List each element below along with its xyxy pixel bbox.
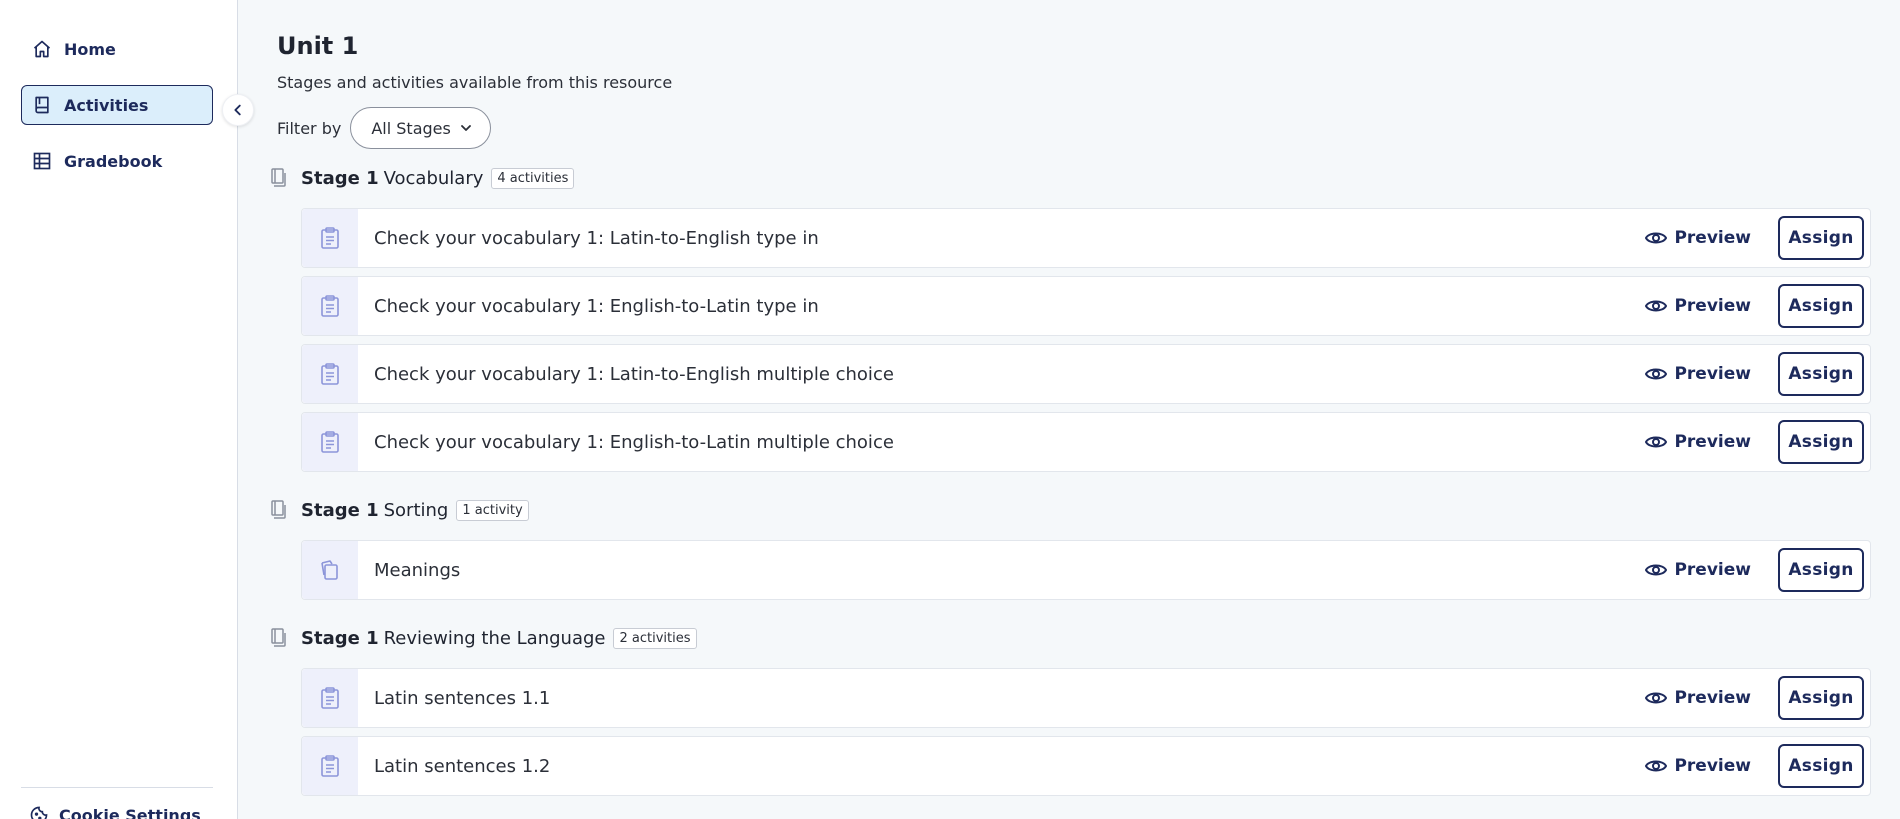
assign-button[interactable]: Assign [1778,676,1864,720]
section-count-badge: 1 activity [456,499,529,521]
preview-button[interactable]: Preview [1645,432,1751,452]
preview-button[interactable]: Preview [1645,296,1751,316]
filter-row: Filter by All Stages [277,107,491,149]
filter-label: Filter by [277,118,342,138]
clipboard-icon [302,209,358,267]
chevron-down-icon [460,125,471,131]
sidebar: Home Activities Gradebook Cookie Setting… [0,0,238,819]
activity-row: Latin sentences 1.2 Preview Assign [301,736,1871,796]
stage-filter-value: All Stages [371,118,451,138]
preview-button[interactable]: Preview [1645,560,1751,580]
eye-icon [1645,300,1668,312]
section-header-reviewing-the-language: Stage 1 Reviewing the Language 2 activit… [270,624,697,652]
assign-button[interactable]: Assign [1778,284,1864,328]
activity-title: Check your vocabulary 1: English-to-Lati… [374,295,819,317]
preview-label: Preview [1674,228,1751,248]
clipboard-icon [302,737,358,795]
activity-title: Meanings [374,559,461,581]
activity-title: Check your vocabulary 1: Latin-to-Englis… [374,227,819,249]
page-subtitle: Stages and activities available from thi… [277,73,673,92]
page-title: Unit 1 [277,32,359,60]
sidebar-item-label: Activities [64,95,149,115]
activity-title: Check your vocabulary 1: English-to-Lati… [374,431,894,453]
pages-icon [270,168,288,188]
activity-row: Check your vocabulary 1: Latin-to-Englis… [301,208,1871,268]
pages-icon [270,628,288,648]
sidebar-nav: Home Activities Gradebook [0,0,237,181]
pages-icon [270,500,288,520]
collapse-sidebar-button[interactable] [222,94,254,126]
preview-label: Preview [1674,364,1751,384]
sidebar-item-home[interactable]: Home [21,29,213,69]
assign-button[interactable]: Assign [1778,352,1864,396]
activity-title: Latin sentences 1.2 [374,755,551,777]
activity-row: Meanings Preview Assign [301,540,1871,600]
preview-label: Preview [1674,688,1751,708]
grid-table-icon [31,150,53,172]
cookie-settings-link[interactable]: Cookie Settings [29,805,201,819]
section-stage: Stage 1 [301,167,379,189]
activity-row: Check your vocabulary 1: English-to-Lati… [301,412,1871,472]
book-icon [31,94,53,116]
section-stage: Stage 1 [301,499,379,521]
activity-title: Check your vocabulary 1: Latin-to-Englis… [374,363,894,385]
preview-label: Preview [1674,756,1751,776]
assign-button[interactable]: Assign [1778,744,1864,788]
sidebar-item-label: Gradebook [64,151,163,171]
preview-button[interactable]: Preview [1645,688,1751,708]
activity-row: Check your vocabulary 1: Latin-to-Englis… [301,344,1871,404]
eye-icon [1645,760,1668,772]
sidebar-item-activities[interactable]: Activities [21,85,213,125]
cookie-settings-label: Cookie Settings [59,805,201,819]
section-name: Reviewing the Language [383,627,606,649]
preview-button[interactable]: Preview [1645,228,1751,248]
section-header-vocabulary: Stage 1 Vocabulary 4 activities [270,164,575,192]
assign-button[interactable]: Assign [1778,548,1864,592]
clipboard-icon [302,669,358,727]
clipboard-icon [302,413,358,471]
cookie-icon [30,806,48,819]
eye-icon [1645,564,1668,576]
preview-button[interactable]: Preview [1645,756,1751,776]
section-count-badge: 2 activities [613,627,697,649]
section-name: Vocabulary [383,167,484,189]
chevron-left-icon [234,104,241,116]
cards-icon [302,541,358,599]
eye-icon [1645,232,1668,244]
clipboard-icon [302,345,358,403]
activity-row: Latin sentences 1.1 Preview Assign [301,668,1871,728]
eye-icon [1645,436,1668,448]
section-stage: Stage 1 [301,627,379,649]
home-icon [31,38,53,60]
preview-label: Preview [1674,296,1751,316]
eye-icon [1645,692,1668,704]
assign-button[interactable]: Assign [1778,216,1864,260]
section-header-sorting: Stage 1 Sorting 1 activity [270,496,529,524]
activity-title: Latin sentences 1.1 [374,687,551,709]
preview-label: Preview [1674,560,1751,580]
activity-row: Check your vocabulary 1: English-to-Lati… [301,276,1871,336]
sidebar-item-gradebook[interactable]: Gradebook [21,141,213,181]
section-count-badge: 4 activities [491,167,575,189]
section-name: Sorting [383,499,449,521]
sidebar-divider [21,787,213,788]
preview-button[interactable]: Preview [1645,364,1751,384]
assign-button[interactable]: Assign [1778,420,1864,464]
eye-icon [1645,368,1668,380]
clipboard-icon [302,277,358,335]
stage-filter-dropdown[interactable]: All Stages [350,107,491,149]
preview-label: Preview [1674,432,1751,452]
sidebar-item-label: Home [64,39,116,59]
